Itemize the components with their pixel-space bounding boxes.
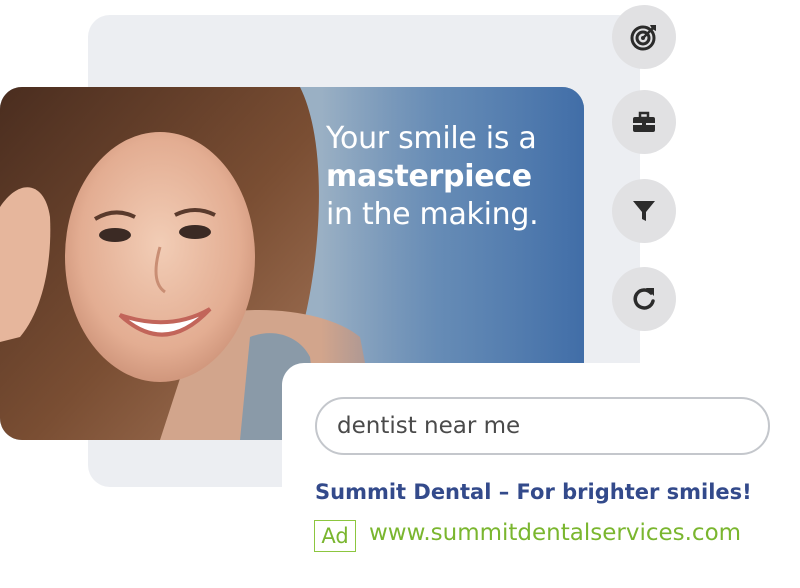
headline-line-2: masterpiece bbox=[326, 159, 532, 194]
headline-line-3: in the making. bbox=[326, 197, 539, 232]
ad-badge: Ad bbox=[314, 520, 356, 552]
ad-url-link[interactable]: www.summitdentalservices.com bbox=[369, 520, 741, 546]
toolbox-icon bbox=[633, 111, 655, 132]
target-button[interactable] bbox=[612, 5, 676, 69]
toolbox-button[interactable] bbox=[612, 90, 676, 154]
search-input[interactable]: dentist near me bbox=[315, 397, 770, 455]
filter-icon bbox=[633, 201, 655, 221]
search-query: dentist near me bbox=[337, 413, 521, 439]
filter-button[interactable] bbox=[612, 179, 676, 243]
refresh-button[interactable] bbox=[612, 267, 676, 331]
refresh-icon bbox=[633, 288, 655, 310]
target-icon bbox=[630, 25, 656, 51]
ad-title-link[interactable]: Summit Dental – For brighter smiles! bbox=[315, 480, 752, 504]
hero-headline: Your smile is a masterpiece in the makin… bbox=[326, 120, 566, 234]
headline-line-1: Your smile is a bbox=[326, 121, 537, 156]
